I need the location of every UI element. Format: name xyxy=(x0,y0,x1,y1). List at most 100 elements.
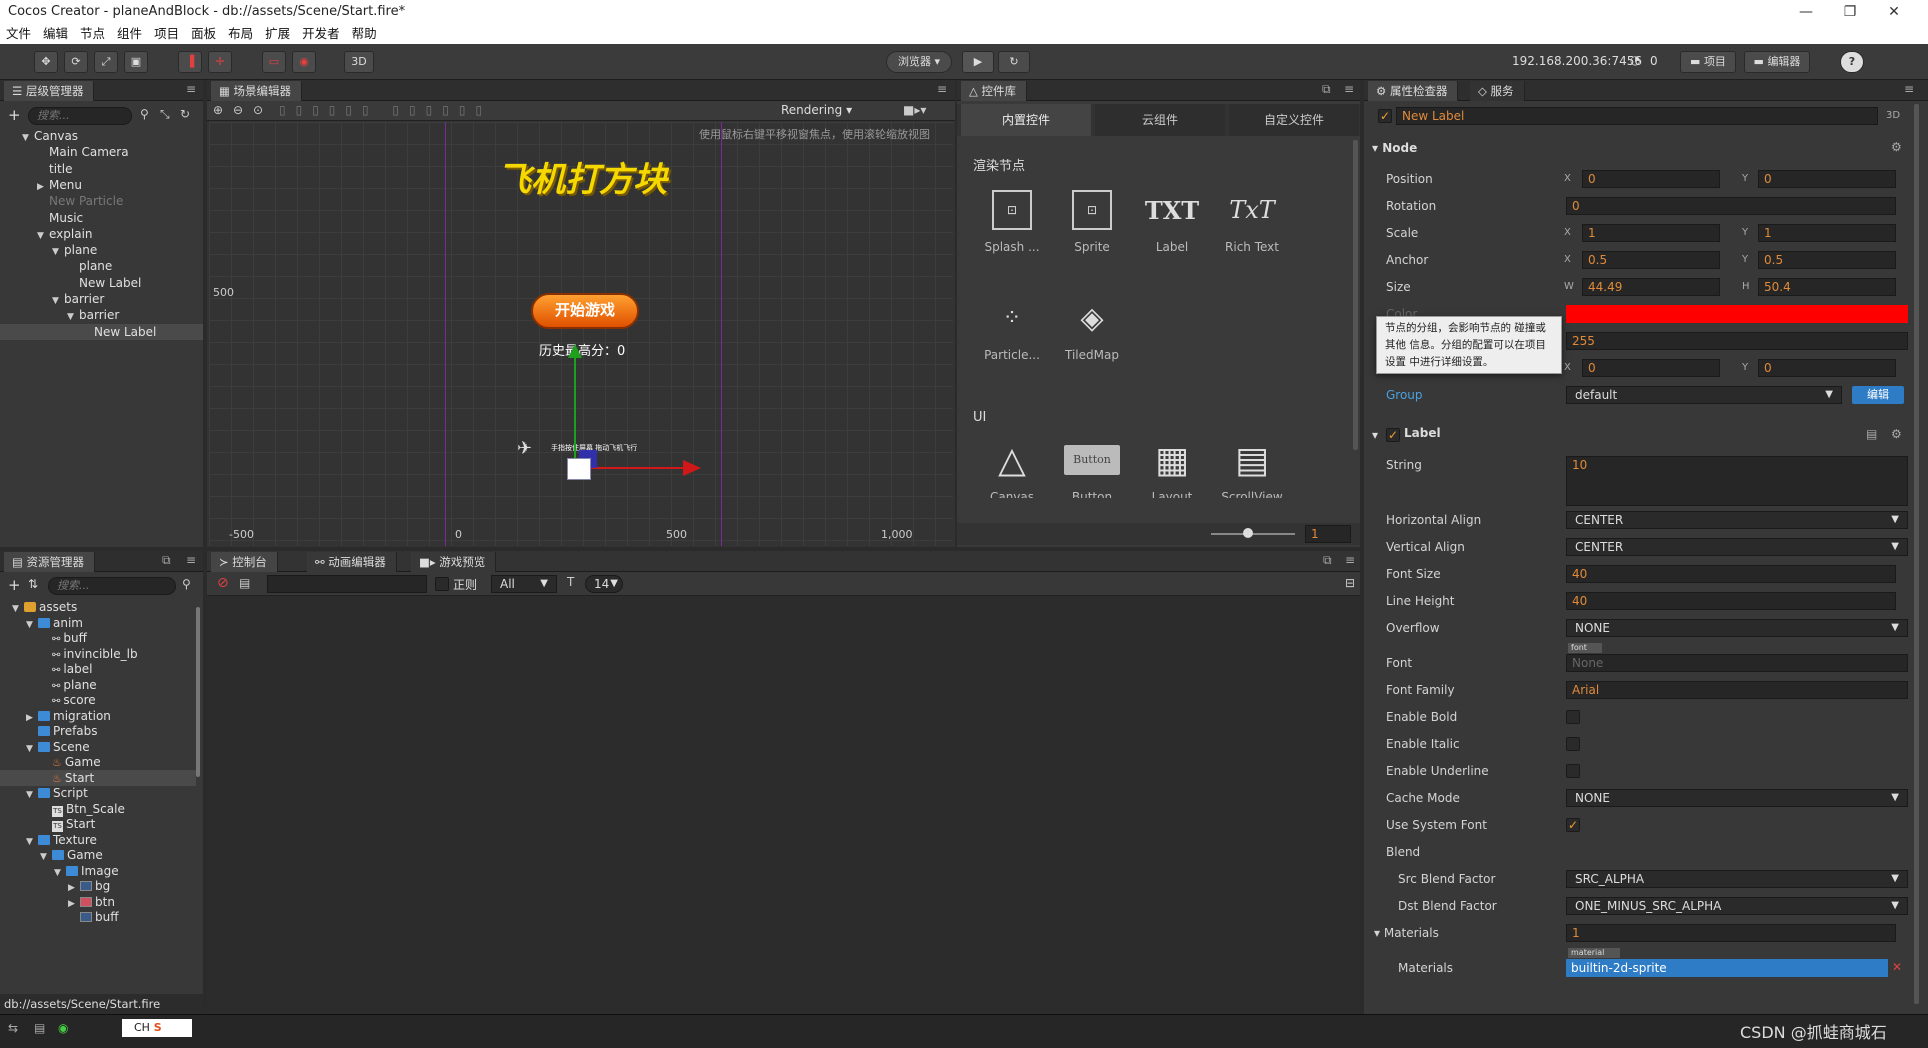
hierarchy-node[interactable]: ▼ explain xyxy=(0,226,203,242)
position-y-input[interactable]: 0 xyxy=(1758,170,1896,188)
widget-canvas[interactable]: △ Canvas xyxy=(977,430,1047,499)
tab-builtin-widgets[interactable]: 内置控件 xyxy=(961,104,1091,136)
enable-bold-checkbox[interactable] xyxy=(1566,710,1580,724)
label-section-header[interactable]: ▾ xyxy=(1372,424,1908,446)
font-asset-field[interactable]: None xyxy=(1566,654,1908,672)
doc-icon[interactable]: ▤ xyxy=(1866,427,1877,441)
open-editor-button[interactable]: ▬ 编辑器 xyxy=(1744,51,1810,73)
hierarchy-node[interactable]: New Particle xyxy=(0,193,203,209)
ime-indicator[interactable]: CH S xyxy=(122,1019,192,1037)
inspector-scrollbar[interactable] xyxy=(1914,104,1919,1004)
enable-italic-checkbox[interactable] xyxy=(1566,737,1580,751)
overflow-select[interactable]: NONE ▼ xyxy=(1566,619,1908,637)
asset-item[interactable]: ▼ assets xyxy=(0,599,196,615)
asset-item[interactable]: TS Start xyxy=(0,816,196,832)
anchor-x-input[interactable]: 0.5 xyxy=(1582,251,1720,269)
popout-icon[interactable]: ⧉ xyxy=(1323,553,1332,568)
panel-menu-icon[interactable]: ≡ xyxy=(937,82,947,96)
zoom-slider-thumb[interactable] xyxy=(1243,528,1253,538)
add-asset-icon[interactable]: + xyxy=(8,576,21,594)
asset-item[interactable]: ▶ btn xyxy=(0,894,196,910)
collapse-icon[interactable]: ⊟ xyxy=(1345,576,1355,590)
rendering-select[interactable]: Rendering ▾ xyxy=(781,103,852,117)
menu-help[interactable]: 帮助 xyxy=(346,24,383,44)
widget-tiledmap[interactable]: ◈ TiledMap xyxy=(1057,288,1127,363)
remove-material-icon[interactable]: ✕ xyxy=(1892,960,1902,974)
material-asset-field[interactable]: builtin-2d-sprite xyxy=(1566,959,1888,977)
tab-console[interactable]: ≻ 控制台 xyxy=(211,552,278,572)
asset-item[interactable]: ▼ Scene xyxy=(0,739,196,755)
hierarchy-search-input[interactable]: 搜索... xyxy=(28,107,132,125)
hierarchy-node[interactable]: New Label xyxy=(0,275,203,291)
tab-animation-editor[interactable]: ⚯ 动画编辑器 xyxy=(307,552,397,572)
label-settings-gear-icon[interactable]: ⚙ xyxy=(1891,427,1902,441)
widget-particle[interactable]: ⁘ Particle... xyxy=(977,288,1047,363)
asset-item[interactable]: ▶ migration xyxy=(0,708,196,724)
position-x-input[interactable]: 0 xyxy=(1582,170,1720,188)
skew-y-input[interactable]: 0 xyxy=(1758,359,1896,377)
close-button[interactable]: ✕ xyxy=(1874,0,1914,24)
asset-item[interactable]: ⚯ label xyxy=(0,661,196,677)
menu-component[interactable]: 组件 xyxy=(111,24,148,44)
asset-item[interactable]: ▶ bg xyxy=(0,878,196,894)
anchor-y-input[interactable]: 0.5 xyxy=(1758,251,1896,269)
node-active-checkbox[interactable]: ✓ xyxy=(1378,109,1392,123)
font-size-select[interactable]: 14 ▼ xyxy=(585,575,623,593)
open-project-button[interactable]: ▬ 项目 xyxy=(1680,51,1736,73)
widget-label[interactable]: TXT Label xyxy=(1137,180,1207,255)
group-select[interactable]: default ▼ xyxy=(1566,386,1842,404)
rotation-input[interactable]: 0 xyxy=(1566,197,1896,215)
hierarchy-node[interactable]: ▼ Canvas xyxy=(0,128,203,144)
label-node-icon[interactable] xyxy=(567,458,591,480)
asset-item[interactable]: ▼ Game xyxy=(0,847,196,863)
hierarchy-node[interactable]: ▼ barrier xyxy=(0,307,203,323)
add-node-icon[interactable]: + xyxy=(8,106,21,124)
clear-icon[interactable]: ⊘ xyxy=(217,575,229,591)
widget-sprite[interactable]: ⊡ Sprite xyxy=(1057,180,1127,254)
menu-node[interactable]: 节点 xyxy=(74,24,111,44)
zoom-reset-icon[interactable]: ⊙ xyxy=(253,103,263,117)
v-align-select[interactable]: CENTER ▼ xyxy=(1566,538,1908,556)
scale-y-input[interactable]: 1 xyxy=(1758,224,1896,242)
size-w-input[interactable]: 44.49 xyxy=(1582,278,1720,296)
zoom-out-icon[interactable]: ⊖ xyxy=(233,103,243,117)
maximize-button[interactable]: ❐ xyxy=(1830,0,1870,24)
asset-item[interactable]: ⚯ invincible_lb xyxy=(0,646,196,662)
size-h-input[interactable]: 50.4 xyxy=(1758,278,1896,296)
menu-file[interactable]: 文件 xyxy=(0,24,37,44)
asset-item[interactable]: ▼ Script xyxy=(0,785,196,801)
widget-button[interactable]: Button Button xyxy=(1057,430,1127,498)
node-section-header[interactable]: ▾ Node xyxy=(1372,137,1908,159)
panel-menu-icon[interactable]: ≡ xyxy=(1344,82,1354,96)
asset-item[interactable]: Prefabs xyxy=(0,723,196,739)
use-system-font-checkbox[interactable]: ✓ xyxy=(1566,818,1580,832)
sort-icon[interactable]: ⇅ xyxy=(28,577,38,591)
panel-menu-icon[interactable]: ≡ xyxy=(186,553,196,567)
pivot-icon[interactable]: ▐ xyxy=(178,51,202,73)
hierarchy-node[interactable]: New Label xyxy=(0,323,203,340)
node-3d-toggle[interactable]: 3D xyxy=(1886,110,1900,121)
widgets-scrollbar[interactable] xyxy=(1353,140,1358,450)
scene-viewport[interactable]: 使用鼠标右键平移视窗焦点，使用滚轮缩放视图 飞机打方块 开始游戏 历史最高分：0… xyxy=(209,122,953,546)
tab-assets[interactable]: ▤ 资源管理器 xyxy=(4,552,96,572)
string-textarea[interactable]: 10 xyxy=(1566,456,1908,506)
minimize-button[interactable]: — xyxy=(1786,0,1826,24)
align-icons[interactable]: ▯▯▯▯▯▯ ▯▯▯▯▯▯ xyxy=(279,103,492,117)
asset-item[interactable]: ♨ Game xyxy=(0,754,196,770)
menu-extension[interactable]: 扩展 xyxy=(259,24,296,44)
asset-item[interactable]: buff xyxy=(0,909,196,925)
tab-custom-widgets[interactable]: 自定义控件 xyxy=(1229,104,1359,136)
menu-project[interactable]: 项目 xyxy=(148,24,185,44)
tab-hierarchy[interactable]: ☰ 层级管理器 xyxy=(4,81,95,101)
hierarchy-node[interactable]: ▼ barrier xyxy=(0,291,203,307)
tab-cloud-widgets[interactable]: 云组件 xyxy=(1095,104,1225,136)
panel-menu-icon[interactable]: ≡ xyxy=(186,82,196,96)
panel-menu-icon[interactable]: ≡ xyxy=(1904,82,1914,96)
hierarchy-node[interactable]: Music xyxy=(0,210,203,226)
asset-item[interactable]: ▼ Image xyxy=(0,863,196,879)
zoom-in-icon[interactable]: ⊕ xyxy=(213,103,223,117)
move-tool-icon[interactable]: ✥ xyxy=(34,51,58,73)
skew-x-input[interactable]: 0 xyxy=(1582,359,1720,377)
hierarchy-node[interactable]: title xyxy=(0,161,203,177)
menu-edit[interactable]: 编辑 xyxy=(37,24,74,44)
